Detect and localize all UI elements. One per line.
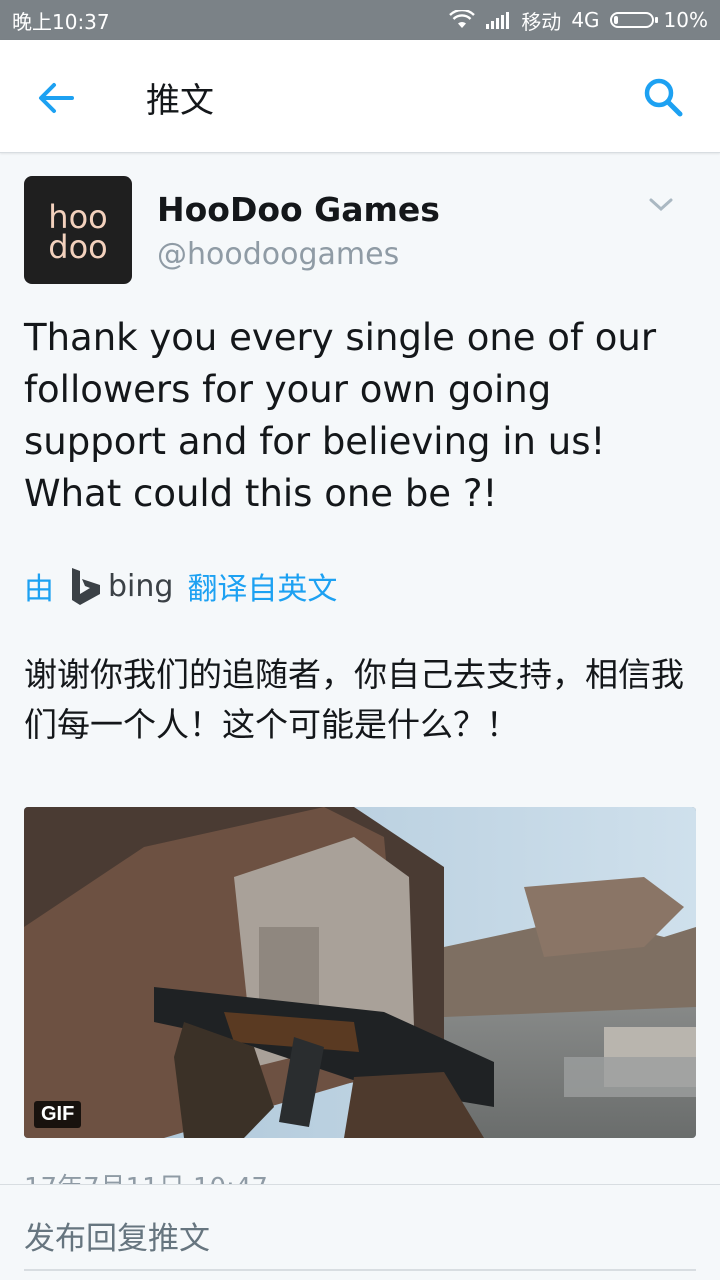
- status-right: 移动 4G 10%: [449, 6, 708, 35]
- search-icon[interactable]: [640, 74, 686, 120]
- status-time: 晚上10:37: [12, 9, 110, 34]
- gif-preview-image: [24, 807, 696, 1138]
- bing-logo-icon: [72, 568, 100, 605]
- display-name[interactable]: HooDoo Games: [157, 190, 440, 229]
- translation-provider: bing: [108, 568, 174, 604]
- user-handle[interactable]: @hoodoogames: [157, 237, 399, 272]
- arrow-left-icon[interactable]: [34, 76, 78, 120]
- avatar-text-bottom: doo: [48, 228, 107, 266]
- tweet-text: Thank you every single one of our follow…: [24, 316, 657, 515]
- reply-input[interactable]: 发布回复推文: [24, 1213, 210, 1258]
- wifi-icon: [449, 10, 476, 28]
- translated-text: 谢谢你我们的追随者，你自己去支持，相信我们每一个人！这个可能是什么？！: [24, 655, 684, 744]
- translation-label: 翻译自英文: [187, 572, 338, 607]
- app-bar: 推文: [0, 40, 720, 153]
- avatar[interactable]: hoo doo: [24, 176, 132, 284]
- gif-badge: GIF: [34, 1101, 82, 1128]
- chevron-down-icon[interactable]: [648, 196, 674, 214]
- battery-percent: 10%: [663, 8, 708, 32]
- carrier-label: 移动: [521, 9, 562, 34]
- battery-fill: [613, 16, 618, 24]
- battery-icon: [609, 12, 658, 28]
- reply-input-underline: [24, 1269, 696, 1271]
- translated-by-label: 由: [24, 572, 54, 607]
- tweet-media-gif[interactable]: GIF: [24, 807, 696, 1138]
- page-title: 推文: [146, 81, 214, 121]
- network-label: 4G: [571, 8, 600, 32]
- translation-attribution[interactable]: 由 bing 翻译自英文: [24, 564, 337, 608]
- tweet-timestamp: 17年7月11日 10:47: [24, 1168, 268, 1184]
- hoodoo-logo: hoo doo: [48, 198, 107, 266]
- reply-bar: 发布回复推文: [0, 1184, 720, 1280]
- signal-icon: [486, 12, 510, 29]
- status-bar: 晚上10:37 移动 4G 10%: [0, 0, 720, 40]
